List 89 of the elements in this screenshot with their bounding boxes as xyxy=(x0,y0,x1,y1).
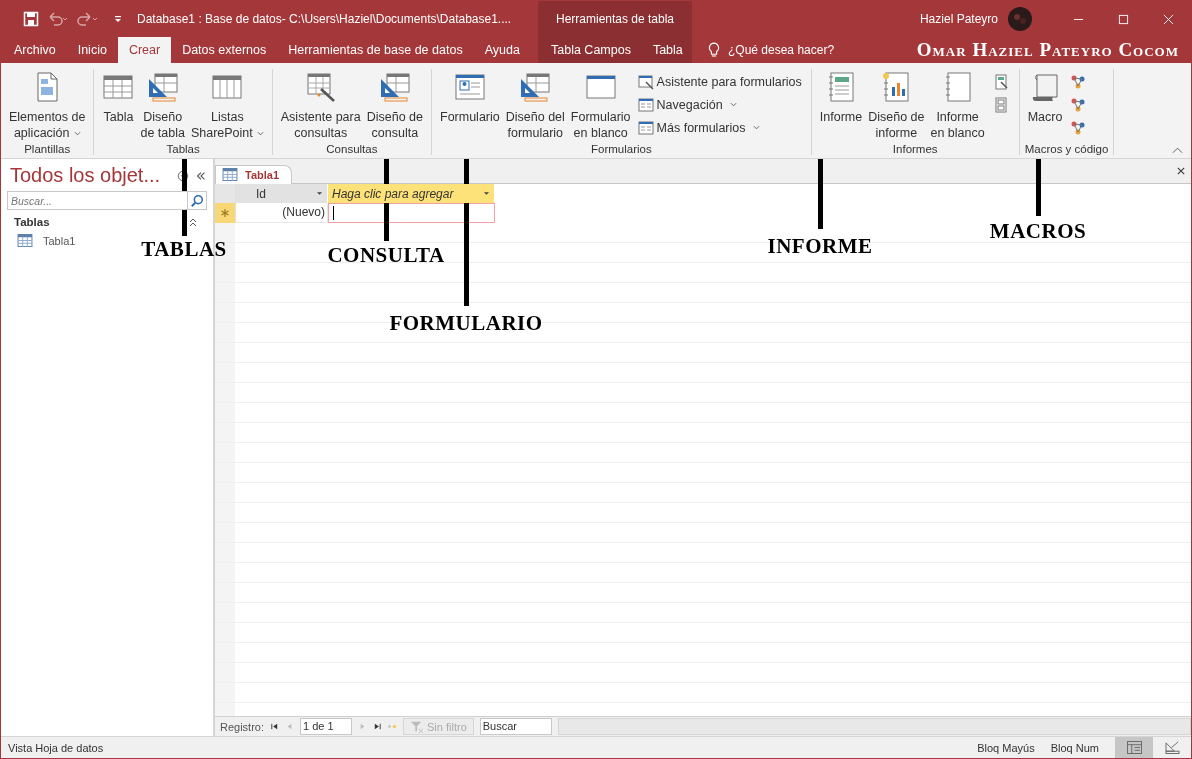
form-icon xyxy=(637,119,654,136)
view-status: Vista Hoja de datos xyxy=(8,741,105,754)
ribbon-button[interactable]: Elementos de aplicación xyxy=(6,69,89,143)
avatar-icon[interactable] xyxy=(1008,7,1032,31)
query-wizard-icon xyxy=(304,71,337,103)
ribbon-button[interactable]: Formulario en blanco xyxy=(567,69,634,143)
ribbon-button[interactable]: Más formularios xyxy=(635,117,804,138)
status-indicator: Bloq Num xyxy=(1050,741,1099,754)
ribbon-tab[interactable]: Tabla Campos xyxy=(540,43,642,57)
group-label: Plantillas xyxy=(23,143,72,155)
ribbon-button[interactable]: Tabla xyxy=(99,69,138,127)
redo-icon[interactable] xyxy=(77,11,99,27)
ribbon-button[interactable]: Asistente para formularios xyxy=(635,71,804,92)
horizontal-scrollbar[interactable] xyxy=(557,718,1191,735)
collapse-pane-icon[interactable] xyxy=(195,169,207,182)
record-position-field[interactable]: 1 de 1 xyxy=(300,718,353,735)
annotation-label: FORMULARIO xyxy=(389,311,543,336)
ribbon-button[interactable]: Asistente para consultas xyxy=(277,69,364,143)
tell-me-field[interactable]: ¿Qué desea hacer? xyxy=(728,43,835,57)
ribbon-button[interactable]: Informe xyxy=(816,69,866,127)
close-icon[interactable] xyxy=(1177,167,1185,175)
section-header[interactable]: Tablas xyxy=(14,216,50,228)
context-title: Herramientas de tabla xyxy=(555,12,675,26)
ribbon-button[interactable]: Macro xyxy=(1024,69,1066,127)
table-design-icon xyxy=(378,71,411,103)
ribbon-tab[interactable]: Datos externos xyxy=(171,37,278,63)
column-header[interactable]: Id xyxy=(236,184,328,203)
ribbon-button[interactable]: Diseño de informe xyxy=(865,69,928,143)
table-cell[interactable] xyxy=(328,203,495,223)
collapse-ribbon-icon[interactable] xyxy=(1172,146,1183,154)
labels-icon xyxy=(992,96,1009,113)
save-icon[interactable] xyxy=(23,11,39,27)
datasheet-icon xyxy=(1126,741,1142,754)
table-icon xyxy=(17,234,33,247)
design-ruler-icon xyxy=(1164,741,1180,754)
ribbon-tab[interactable]: Inicio xyxy=(66,37,118,63)
ribbon-button[interactable]: Diseño del formulario xyxy=(502,69,568,143)
table-icon xyxy=(222,168,238,181)
search-button[interactable] xyxy=(187,192,206,209)
collapse-icon[interactable] xyxy=(187,216,199,228)
module-icon xyxy=(1070,73,1087,90)
form-icon xyxy=(453,71,486,103)
ribbon-tab[interactable]: Ayuda xyxy=(473,37,531,63)
author-name: Omar Haziel Pateyro Cocom xyxy=(916,39,1179,61)
column-header[interactable]: Haga clic para agregar xyxy=(328,184,495,203)
ribbon-button[interactable]: Diseño de consulta xyxy=(363,69,426,143)
table-item[interactable]: Tabla1 xyxy=(1,232,92,249)
module-icon xyxy=(1070,119,1087,136)
undo-icon[interactable] xyxy=(47,11,69,27)
form-icon xyxy=(637,96,654,113)
search-field[interactable]: Buscar... xyxy=(7,191,207,210)
ribbon-tab[interactable]: Archivo xyxy=(3,37,67,63)
document-tab[interactable]: Tabla1 xyxy=(215,165,293,184)
ribbon-button[interactable]: Diseño de tabla xyxy=(137,69,188,143)
record-label: Registro: xyxy=(220,720,265,733)
last-record-icon[interactable] xyxy=(373,722,383,731)
group-label: Informes xyxy=(891,143,939,155)
window-title: Database1 : Base de datos- C:\Users\Haziel\Documents\Database1.... xyxy=(137,12,512,26)
table-design-icon xyxy=(519,71,552,103)
annotation-label: INFORME xyxy=(767,234,873,259)
first-record-icon[interactable] xyxy=(270,722,280,731)
user-name: Haziel Pateyro xyxy=(919,12,998,26)
table-design-icon xyxy=(146,71,179,103)
group-label: Macros y código xyxy=(1024,143,1109,155)
ribbon-tab[interactable]: Crear xyxy=(117,37,172,63)
ribbon-tab[interactable]: Herramientas de base de datos xyxy=(277,37,474,63)
ribbon-button[interactable]: Navegación xyxy=(635,94,804,115)
group-label: Tablas xyxy=(165,143,201,155)
group-label: Formularios xyxy=(590,143,653,155)
asterisk-icon xyxy=(220,208,230,218)
annotation-label: MACROS xyxy=(989,219,1087,244)
filter-icon xyxy=(410,720,425,733)
form-wizard-icon xyxy=(637,73,654,90)
pane-title[interactable]: Todos los objet... xyxy=(10,164,171,187)
report-wizard-icon xyxy=(992,73,1009,90)
group-label: Consultas xyxy=(325,143,379,155)
annotation-label: CONSULTA xyxy=(327,243,445,268)
lightbulb-icon xyxy=(708,42,720,58)
datasheet-view-button[interactable] xyxy=(1115,737,1153,758)
customize-icon[interactable] xyxy=(113,14,123,24)
ribbon-button[interactable]: Informe en blanco xyxy=(927,69,988,143)
status-indicator: Bloq Mayús xyxy=(977,741,1035,754)
ribbon-button[interactable]: Formulario xyxy=(437,69,503,127)
search-input[interactable]: Buscar... xyxy=(8,192,187,209)
module-icon xyxy=(1070,96,1087,113)
ribbon-tab[interactable]: Tabla xyxy=(641,43,694,57)
search-field[interactable]: Buscar xyxy=(479,718,552,735)
ribbon-button[interactable]: Listas SharePoint xyxy=(187,69,267,143)
annotation-label: TABLAS xyxy=(141,237,227,262)
